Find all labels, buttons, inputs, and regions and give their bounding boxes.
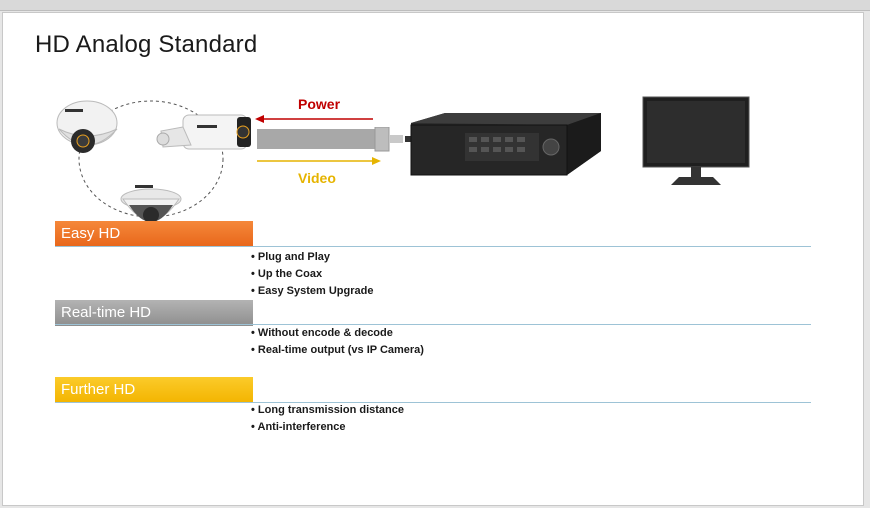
bullet-item: • Long transmission distance <box>251 404 404 416</box>
bullet-item: • Anti-interference <box>251 421 346 433</box>
bullet-item: • Plug and Play <box>251 251 331 263</box>
bullet-item: • Without encode & decode <box>251 327 393 339</box>
dome-camera-icon <box>120 185 182 223</box>
section-divider <box>55 402 811 403</box>
dvr-recorder-icon <box>410 113 601 176</box>
section-band-real-time-hd: Real-time HD <box>55 300 253 326</box>
section-divider <box>55 246 811 247</box>
section-band-easy-hd: Easy HD <box>55 221 253 247</box>
section-band-further-hd: Further HD <box>55 377 253 403</box>
real-time-hd-bullet-list: • Without encode & decode • Real-time ou… <box>251 325 424 359</box>
video-arrow <box>257 157 381 165</box>
further-hd-bullet-list: • Long transmission distance • Anti-inte… <box>251 402 404 436</box>
video-label: Video <box>298 170 336 186</box>
bullet-item: • Easy System Upgrade <box>251 285 374 297</box>
window-top-bar <box>0 0 870 11</box>
easy-hd-bullet-list: • Plug and Play • Up the Coax • Easy Sys… <box>251 249 373 300</box>
bullet-item: • Real-time output (vs IP Camera) <box>251 344 424 356</box>
slide: HD Analog Standard Power Video Easy HD •… <box>2 12 864 506</box>
power-label: Power <box>298 96 341 112</box>
section-divider <box>55 324 811 325</box>
cameras-illustration <box>56 100 251 223</box>
power-arrow <box>255 115 373 123</box>
turret-camera-icon <box>56 100 118 153</box>
bullet-camera-icon <box>156 114 251 150</box>
coax-cable-icon <box>257 127 411 152</box>
bullet-item: • Up the Coax <box>251 268 323 280</box>
monitor-icon <box>642 96 750 185</box>
slide-title: HD Analog Standard <box>35 31 258 58</box>
